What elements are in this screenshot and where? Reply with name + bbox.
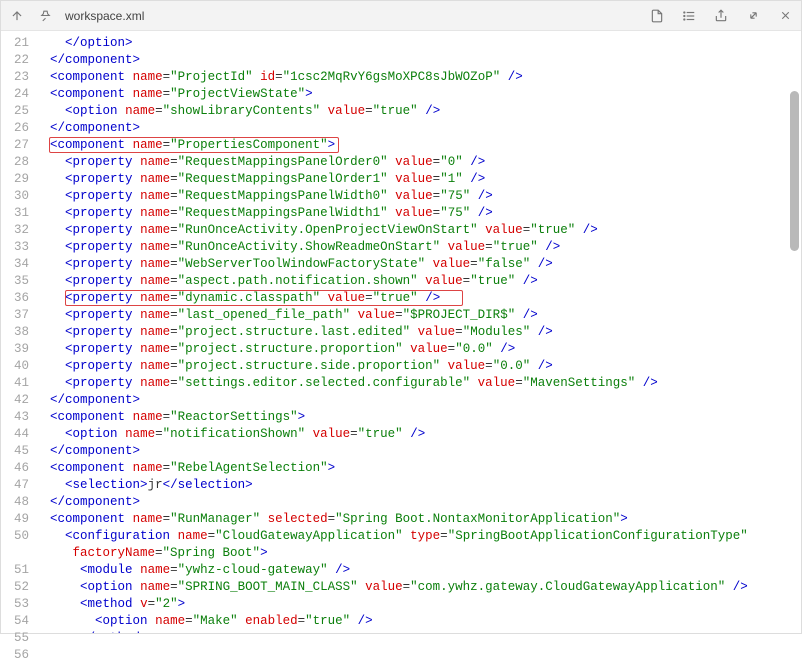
new-file-icon[interactable] <box>649 8 665 24</box>
line-number: 35 <box>1 273 35 290</box>
line-number: 56 <box>1 647 35 664</box>
editor-area[interactable]: 2122232425262728293031323334353637383940… <box>1 31 801 633</box>
line-number: 26 <box>1 120 35 137</box>
code-line[interactable]: <component name="RunManager" selected="S… <box>35 511 801 528</box>
line-number: 44 <box>1 426 35 443</box>
close-icon[interactable] <box>777 8 793 24</box>
code-line[interactable]: <property name="last_opened_file_path" v… <box>35 307 801 324</box>
code-line[interactable]: </component> <box>35 392 801 409</box>
line-number: 46 <box>1 460 35 477</box>
line-number: 32 <box>1 222 35 239</box>
line-number: 33 <box>1 239 35 256</box>
line-number: 40 <box>1 358 35 375</box>
code-line[interactable]: <component name="ReactorSettings"> <box>35 409 801 426</box>
line-number: 37 <box>1 307 35 324</box>
code-line[interactable]: </component> <box>35 443 801 460</box>
code-line[interactable]: </component> <box>35 52 801 69</box>
line-number: 47 <box>1 477 35 494</box>
code-line[interactable]: <property name="dynamic.classpath" value… <box>35 290 801 307</box>
titlebar: workspace.xml <box>1 1 801 31</box>
code-content[interactable]: </option> </component> <component name="… <box>35 31 801 633</box>
line-number: 53 <box>1 596 35 613</box>
line-number: 22 <box>1 52 35 69</box>
code-line[interactable]: <component name="ProjectId" id="1csc2MqR… <box>35 69 801 86</box>
code-line[interactable]: <property name="RunOnceActivity.ShowRead… <box>35 239 801 256</box>
line-number: 50 <box>1 528 35 545</box>
code-line[interactable]: <option name="notificationShown" value="… <box>35 426 801 443</box>
line-number: 51 <box>1 562 35 579</box>
code-line[interactable]: <component name="RebelAgentSelection"> <box>35 460 801 477</box>
code-line[interactable]: </method> <box>35 630 801 633</box>
line-number <box>1 545 35 562</box>
expand-icon[interactable] <box>745 8 761 24</box>
share-icon[interactable] <box>713 8 729 24</box>
line-number: 42 <box>1 392 35 409</box>
code-line[interactable]: <property name="settings.editor.selected… <box>35 375 801 392</box>
line-number: 41 <box>1 375 35 392</box>
line-number: 49 <box>1 511 35 528</box>
code-line[interactable]: <module name="ywhz-cloud-gateway" /> <box>35 562 801 579</box>
file-title: workspace.xml <box>65 9 144 23</box>
code-line[interactable]: <property name="aspect.path.notification… <box>35 273 801 290</box>
line-number: 34 <box>1 256 35 273</box>
line-number: 28 <box>1 154 35 171</box>
code-line[interactable]: <component name="PropertiesComponent"> <box>35 137 801 154</box>
list-icon[interactable] <box>681 8 697 24</box>
code-line[interactable]: <property name="project.structure.propor… <box>35 341 801 358</box>
line-number: 45 <box>1 443 35 460</box>
code-line[interactable]: </component> <box>35 120 801 137</box>
code-line[interactable]: <property name="RequestMappingsPanelWidt… <box>35 188 801 205</box>
code-line[interactable]: <option name="Make" enabled="true" /> <box>35 613 801 630</box>
code-line[interactable]: <component name="ProjectViewState"> <box>35 86 801 103</box>
code-line[interactable]: <option name="showLibraryContents" value… <box>35 103 801 120</box>
line-number: 55 <box>1 630 35 647</box>
code-line[interactable]: <property name="RequestMappingsPanelOrde… <box>35 154 801 171</box>
line-number: 21 <box>1 35 35 52</box>
line-number: 30 <box>1 188 35 205</box>
code-line[interactable]: factoryName="Spring Boot"> <box>35 545 801 562</box>
line-number: 31 <box>1 205 35 222</box>
code-line[interactable]: <property name="RequestMappingsPanelWidt… <box>35 205 801 222</box>
code-line[interactable]: </option> <box>35 35 801 52</box>
line-number: 25 <box>1 103 35 120</box>
line-number: 38 <box>1 324 35 341</box>
line-number: 52 <box>1 579 35 596</box>
code-line[interactable]: <method v="2"> <box>35 596 801 613</box>
line-number: 54 <box>1 613 35 630</box>
code-line[interactable]: <property name="RequestMappingsPanelOrde… <box>35 171 801 188</box>
line-number: 27 <box>1 137 35 154</box>
line-number: 24 <box>1 86 35 103</box>
line-number: 29 <box>1 171 35 188</box>
upload-icon[interactable] <box>9 8 25 24</box>
scrollbar-thumb[interactable] <box>790 91 799 251</box>
line-number-gutter: 2122232425262728293031323334353637383940… <box>1 31 35 633</box>
line-number: 36 <box>1 290 35 307</box>
code-line[interactable]: <configuration name="CloudGatewayApplica… <box>35 528 801 545</box>
code-line[interactable]: <property name="project.structure.side.p… <box>35 358 801 375</box>
code-line[interactable]: <property name="project.structure.last.e… <box>35 324 801 341</box>
code-line[interactable]: <option name="SPRING_BOOT_MAIN_CLASS" va… <box>35 579 801 596</box>
line-number: 23 <box>1 69 35 86</box>
code-line[interactable]: <selection>jr</selection> <box>35 477 801 494</box>
line-number: 39 <box>1 341 35 358</box>
code-line[interactable]: </component> <box>35 494 801 511</box>
line-number: 48 <box>1 494 35 511</box>
line-number: 43 <box>1 409 35 426</box>
code-line[interactable]: <property name="RunOnceActivity.OpenProj… <box>35 222 801 239</box>
code-line[interactable]: <property name="WebServerToolWindowFacto… <box>35 256 801 273</box>
pin-icon[interactable] <box>37 8 53 24</box>
